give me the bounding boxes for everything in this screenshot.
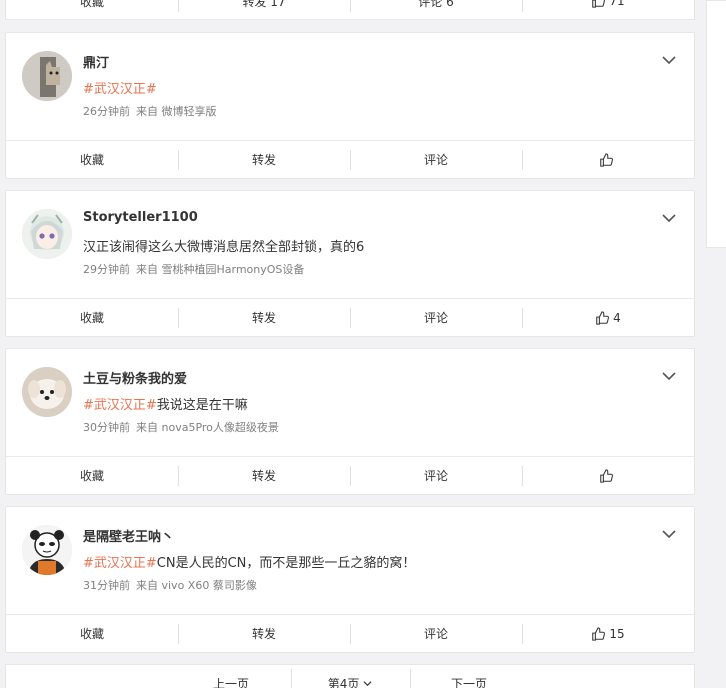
repost-label: 转发 — [251, 311, 276, 325]
puppy-avatar[interactable] — [22, 367, 72, 417]
post-time[interactable]: 26分钟前 — [83, 105, 130, 118]
post-text: #武汉汉正# — [83, 78, 157, 97]
chevron-down-icon[interactable] — [662, 527, 676, 541]
repost-label: 转发 17 — [242, 0, 286, 9]
thumbs-up-icon — [592, 626, 606, 641]
previous-post-actions: 收藏 转发 17 评论 6 71 — [5, 0, 695, 20]
comment-label: 评论 — [423, 153, 448, 167]
like-button[interactable]: 4 — [522, 299, 694, 336]
chevron-down-icon[interactable] — [662, 211, 676, 225]
chevron-down-icon[interactable] — [662, 369, 676, 383]
post-actions: 收藏 转发 评论 4 — [6, 298, 694, 336]
post-source: 来自 雪桃种植园HarmonyOS设备 — [136, 263, 305, 276]
chevron-down-icon — [363, 681, 372, 687]
repost-button[interactable]: 转发 — [178, 615, 350, 652]
post-card: 鼎汀 #武汉汉正# 26分钟前 来自 微博轻享版 收藏 转发 评论 — [5, 32, 695, 179]
post-card: Storyteller1100 汉正该闹得这么大微博消息居然全部封锁，真的6 2… — [5, 190, 695, 337]
post-meta: 29分钟前 来自 雪桃种植园HarmonyOS设备 — [83, 261, 304, 277]
thumbs-up-icon — [592, 0, 606, 8]
fav-label: 收藏 — [79, 153, 104, 167]
prev-page-button[interactable]: 上一页 — [172, 665, 291, 688]
post-time[interactable]: 29分钟前 — [83, 263, 130, 276]
fav-button[interactable]: 收藏 — [6, 141, 178, 178]
comment-button[interactable]: 评论 — [350, 299, 522, 336]
thumbs-up-icon — [600, 152, 613, 167]
repost-label: 转发 — [251, 627, 276, 641]
thumbs-up-icon — [596, 310, 610, 325]
post-source: 来自 nova5Pro人像超级夜景 — [136, 421, 279, 434]
post-time[interactable]: 30分钟前 — [83, 421, 130, 434]
comment-button[interactable]: 评论 6 — [350, 0, 522, 19]
pagination: 上一页 第4页 下一页 — [5, 664, 695, 688]
comment-label: 评论 — [423, 469, 448, 483]
anime-girl-avatar[interactable] — [22, 209, 72, 259]
like-count: 15 — [609, 626, 625, 641]
fav-button[interactable]: 收藏 — [6, 0, 178, 19]
post-source: 来自 vivo X60 蔡司影像 — [136, 579, 257, 592]
post-body: CN是人民的CN，而不是那些一丘之貉的窝！ — [156, 556, 416, 571]
post-text: 汉正该闹得这么大微博消息居然全部封锁，真的6 — [83, 236, 364, 255]
comment-button[interactable]: 评论 — [350, 457, 522, 494]
repost-label: 转发 — [251, 153, 276, 167]
user-name[interactable]: Storyteller1100 — [83, 210, 198, 225]
post-meta: 26分钟前 来自 微博轻享版 — [83, 103, 217, 119]
fav-label: 收藏 — [79, 469, 104, 483]
user-name[interactable]: 是隔壁老王呐丶 — [83, 526, 174, 545]
repost-button[interactable]: 转发 — [178, 299, 350, 336]
fav-button[interactable]: 收藏 — [6, 615, 178, 652]
chevron-down-icon[interactable] — [662, 53, 676, 67]
side-panel — [706, 0, 726, 248]
like-button[interactable] — [522, 457, 694, 494]
post-body: 汉正该闹得这么大微博消息居然全部封锁，真的6 — [83, 240, 365, 255]
panda-meme-avatar[interactable] — [22, 525, 72, 575]
fav-label: 收藏 — [79, 627, 104, 641]
repost-button[interactable]: 转发 — [178, 457, 350, 494]
post-text: #武汉汉正#CN是人民的CN，而不是那些一丘之貉的窝！ — [83, 552, 415, 571]
post-source: 来自 微博轻享版 — [136, 105, 217, 118]
hashtag-link[interactable]: #武汉汉正# — [83, 82, 157, 97]
current-page-label: 第4页 — [327, 677, 360, 688]
repost-label: 转发 — [251, 469, 276, 483]
repost-button[interactable]: 转发 — [178, 141, 350, 178]
hashtag-link[interactable]: #武汉汉正# — [83, 556, 157, 571]
thumbs-up-icon — [600, 468, 613, 483]
post-card: 土豆与粉条我的爱 #武汉汉正#我说这是在干嘛 30分钟前 来自 nova5Pro人… — [5, 348, 695, 495]
comment-button[interactable]: 评论 — [350, 615, 522, 652]
hashtag-link[interactable]: #武汉汉正# — [83, 398, 157, 413]
like-button[interactable]: 71 — [522, 0, 694, 19]
like-count: 71 — [609, 0, 625, 8]
like-count: 4 — [613, 310, 621, 325]
next-page-button[interactable]: 下一页 — [409, 665, 529, 688]
fav-button[interactable]: 收藏 — [6, 457, 178, 494]
post-meta: 30分钟前 来自 nova5Pro人像超级夜景 — [83, 419, 279, 435]
post-text: #武汉汉正#我说这是在干嘛 — [83, 394, 248, 413]
repost-button[interactable]: 转发 17 — [178, 0, 350, 19]
post-actions: 收藏 转发 评论 15 — [6, 614, 694, 652]
comment-label: 评论 6 — [418, 0, 454, 9]
fav-label: 收藏 — [79, 311, 104, 325]
cat-photo-avatar[interactable] — [22, 51, 72, 101]
post-meta: 31分钟前 来自 vivo X60 蔡司影像 — [83, 577, 257, 593]
user-name[interactable]: 土豆与粉条我的爱 — [83, 368, 187, 387]
user-name[interactable]: 鼎汀 — [83, 52, 109, 71]
like-button[interactable]: 15 — [522, 615, 694, 652]
post-time[interactable]: 31分钟前 — [83, 579, 130, 592]
comment-label: 评论 — [423, 627, 448, 641]
post-body: 我说这是在干嘛 — [156, 398, 248, 413]
comment-label: 评论 — [423, 311, 448, 325]
post-card: 是隔壁老王呐丶 #武汉汉正#CN是人民的CN，而不是那些一丘之貉的窝！ 31分钟… — [5, 506, 695, 653]
fav-button[interactable]: 收藏 — [6, 299, 178, 336]
post-actions: 收藏 转发 评论 — [6, 140, 694, 178]
post-actions: 收藏 转发 评论 — [6, 456, 694, 494]
comment-button[interactable]: 评论 — [350, 141, 522, 178]
page-select[interactable]: 第4页 — [290, 665, 410, 688]
like-button[interactable] — [522, 141, 694, 178]
fav-label: 收藏 — [79, 0, 104, 9]
